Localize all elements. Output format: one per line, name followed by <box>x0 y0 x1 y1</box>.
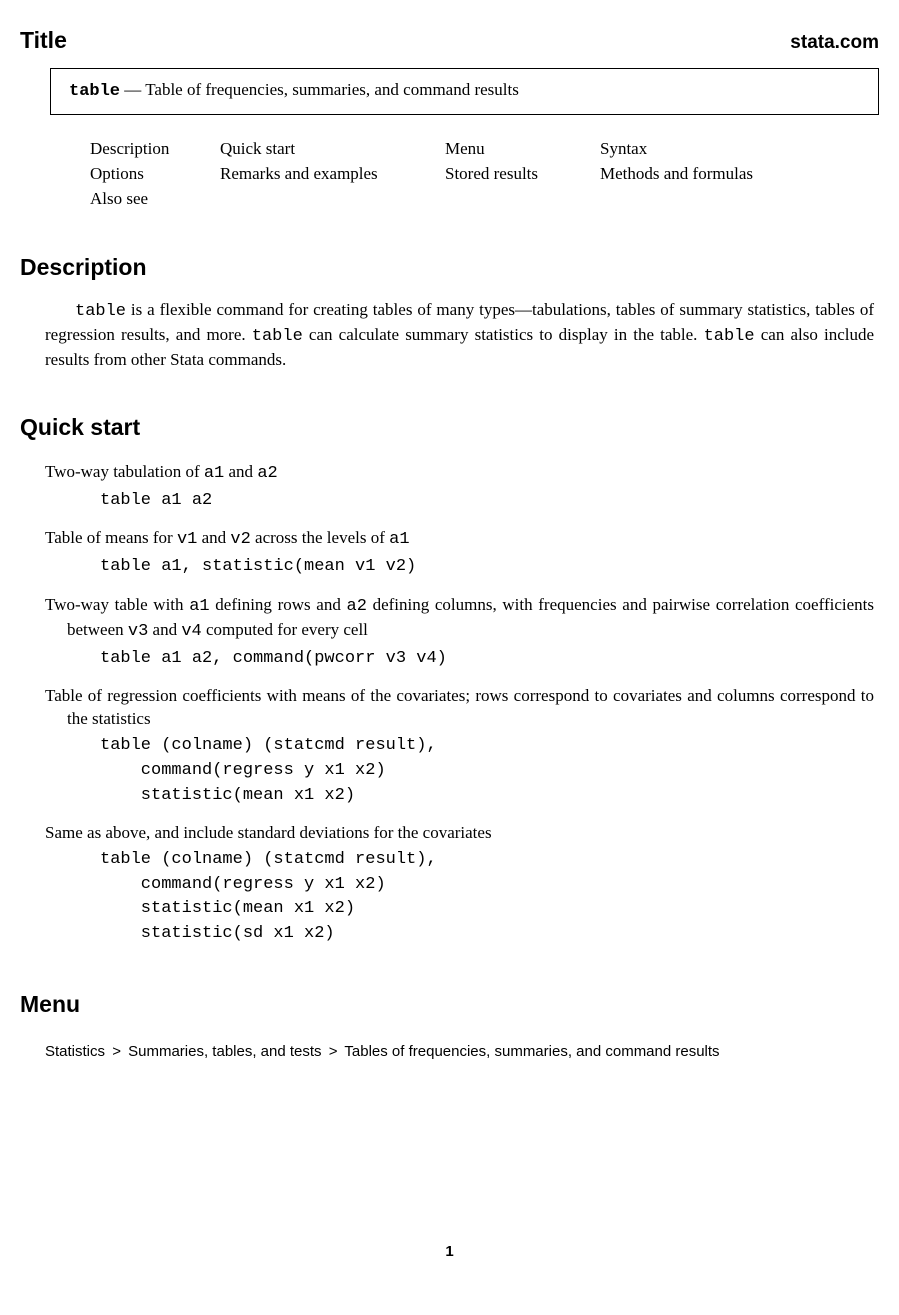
ex3-t2: defining rows and <box>210 595 347 614</box>
ex5-t1: Same as above, and include standard devi… <box>45 823 492 842</box>
chevron-right-icon: > <box>109 1043 124 1060</box>
ex2-t1: Table of means for <box>45 528 177 547</box>
ex1-t2: and <box>224 462 257 481</box>
ex1-c1: a1 <box>204 464 224 483</box>
ex2-code: table a1, statistic(mean v1 v2) <box>100 555 874 580</box>
desc-cmd2: table <box>252 327 303 346</box>
nav-menu[interactable]: Menu <box>445 139 485 158</box>
ex1-t1: Two-way tabulation of <box>45 462 204 481</box>
nav-options[interactable]: Options <box>90 164 144 183</box>
nav-methods[interactable]: Methods and formulas <box>600 164 753 183</box>
menu-p3: Tables of frequencies, summaries, and co… <box>344 1043 719 1060</box>
example-4: Table of regression coefficients with me… <box>45 685 874 808</box>
brand-link[interactable]: stata.com <box>790 30 879 56</box>
ex4-code: table (colname) (statcmd result), comman… <box>100 734 874 808</box>
title-box: table — Table of frequencies, summaries,… <box>50 68 879 115</box>
ex4-t1: Table of regression coefficients with me… <box>45 686 874 728</box>
ex3-code: table a1 a2, command(pwcorr v3 v4) <box>100 647 874 672</box>
example-1: Two-way tabulation of a1 and a2 table a1… <box>45 461 874 514</box>
title-sep: — <box>120 80 145 99</box>
chevron-right-icon: > <box>326 1043 341 1060</box>
title-desc: Table of frequencies, summaries, and com… <box>145 80 519 99</box>
ex3-t5: computed for every cell <box>202 620 368 639</box>
ex3-c3: v3 <box>128 622 148 641</box>
description-paragraph: table is a flexible command for creating… <box>45 299 874 372</box>
ex2-t2: and <box>197 528 230 547</box>
ex3-c4: v4 <box>181 622 201 641</box>
ex1-c2: a2 <box>257 464 277 483</box>
ex1-code: table a1 a2 <box>100 489 874 514</box>
nav-stored-results[interactable]: Stored results <box>445 164 538 183</box>
ex3-t1: Two-way table with <box>45 595 189 614</box>
ex5-code: table (colname) (statcmd result), comman… <box>100 848 874 947</box>
example-2: Table of means for v1 and v2 across the … <box>45 527 874 580</box>
ex2-c2: v2 <box>230 530 250 549</box>
menu-p1: Statistics <box>45 1043 105 1060</box>
nav-syntax[interactable]: Syntax <box>600 139 647 158</box>
desc-cmd1: table <box>75 302 126 321</box>
nav-description[interactable]: Description <box>90 139 169 158</box>
page-title: Title <box>20 25 67 56</box>
desc-text2: can calculate summary statistics to disp… <box>303 325 704 344</box>
ex3-c2: a2 <box>347 597 367 616</box>
nav-also-see[interactable]: Also see <box>90 189 148 208</box>
ex3-c1: a1 <box>189 597 209 616</box>
menu-p2: Summaries, tables, and tests <box>128 1043 321 1060</box>
page-number: 1 <box>20 1242 879 1262</box>
description-heading: Description <box>20 252 879 283</box>
example-3: Two-way table with a1 defining rows and … <box>45 594 874 672</box>
quickstart-heading: Quick start <box>20 412 879 443</box>
nav-remarks[interactable]: Remarks and examples <box>220 164 378 183</box>
menu-path: Statistics > Summaries, tables, and test… <box>45 1042 879 1062</box>
menu-heading: Menu <box>20 989 879 1020</box>
ex3-t4: and <box>148 620 181 639</box>
ex2-c1: v1 <box>177 530 197 549</box>
ex2-c3: a1 <box>389 530 409 549</box>
desc-cmd3: table <box>704 327 755 346</box>
nav-quick-start[interactable]: Quick start <box>220 139 295 158</box>
title-command: table <box>69 82 120 101</box>
ex2-t3: across the levels of <box>251 528 389 547</box>
example-5: Same as above, and include standard devi… <box>45 822 874 947</box>
nav-links: Description Quick start Menu Syntax Opti… <box>90 137 753 212</box>
